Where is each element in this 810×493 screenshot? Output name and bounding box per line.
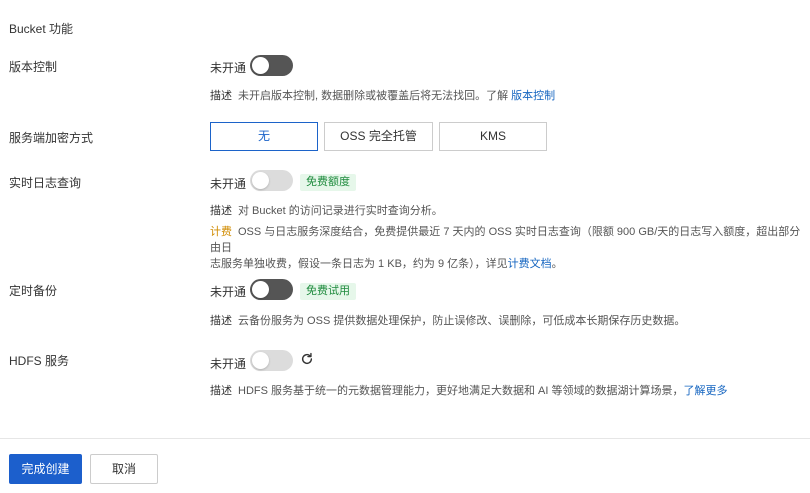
realtime-log-label: 实时日志查询: [9, 176, 82, 190]
backup-toggle[interactable]: [250, 279, 293, 300]
cancel-button[interactable]: 取消: [90, 454, 158, 484]
realtime-log-fee: 计费 OSS 与日志服务深度结合，免费提供最近 7 天内的 OSS 实时日志查询（…: [210, 224, 810, 272]
encryption-label: 服务端加密方式: [9, 131, 94, 145]
desc-key: 描述: [210, 385, 232, 397]
realtime-log-toggle[interactable]: [250, 170, 293, 191]
free-quota-badge: 免费额度: [300, 174, 356, 191]
desc-text: 对 Bucket 的访问记录进行实时查询分析。: [238, 205, 443, 217]
desc-key: 描述: [210, 315, 232, 327]
hdfs-description: 描述 HDFS 服务基于统一的元数据管理能力，更好地满足大数据和 AI 等领域的数…: [210, 383, 728, 399]
fee-text-cont: 志服务单独收费，假设一条日志为 1 KB，约为 9 亿条），详见: [210, 258, 508, 270]
desc-key: 描述: [210, 205, 232, 217]
versioning-toggle[interactable]: [250, 55, 293, 76]
toggle-knob: [252, 281, 269, 298]
toggle-knob: [252, 352, 269, 369]
toggle-knob: [252, 172, 269, 189]
versioning-label: 版本控制: [9, 60, 58, 74]
encryption-option-kms[interactable]: KMS: [439, 122, 547, 151]
section-title: Bucket 功能: [9, 22, 74, 36]
desc-key: 描述: [210, 90, 232, 102]
confirm-create-button[interactable]: 完成创建: [9, 454, 82, 484]
desc-text: 未开启版本控制, 数据删除或被覆盖后将无法找回。了解: [238, 90, 512, 102]
realtime-log-description: 描述对 Bucket 的访问记录进行实时查询分析。: [210, 203, 443, 219]
refresh-icon[interactable]: [300, 352, 314, 366]
backup-status: 未开通: [210, 285, 247, 299]
hdfs-status: 未开通: [210, 357, 247, 371]
backup-label: 定时备份: [9, 284, 58, 298]
desc-text: 云备份服务为 OSS 提供数据处理保护，防止误修改、误删除，可低成本长期保存历史…: [238, 315, 686, 327]
versioning-doc-link[interactable]: 版本控制: [511, 90, 555, 102]
hdfs-learn-more-link[interactable]: 了解更多: [684, 385, 728, 397]
footer-divider: [0, 438, 810, 439]
free-trial-badge: 免费试用: [300, 283, 356, 300]
desc-text: HDFS 服务基于统一的元数据管理能力，更好地满足大数据和 AI 等领域的数据湖…: [238, 385, 684, 397]
fee-end: 。: [551, 258, 563, 270]
encryption-option-none[interactable]: 无: [210, 122, 318, 151]
fee-doc-link[interactable]: 计费文档: [508, 258, 552, 270]
fee-key: 计费: [210, 226, 232, 238]
toggle-knob: [252, 57, 269, 74]
hdfs-label: HDFS 服务: [9, 354, 70, 368]
fee-text: OSS 与日志服务深度结合，免费提供最近 7 天内的 OSS 实时日志查询（限额…: [210, 226, 801, 254]
versioning-description: 描述 未开启版本控制, 数据删除或被覆盖后将无法找回。了解 版本控制: [210, 88, 555, 104]
hdfs-toggle[interactable]: [250, 350, 293, 371]
encryption-option-oss-managed[interactable]: OSS 完全托管: [324, 122, 433, 151]
realtime-log-status: 未开通: [210, 177, 247, 191]
versioning-status: 未开通: [210, 61, 247, 75]
backup-description: 描述 云备份服务为 OSS 提供数据处理保护，防止误修改、误删除，可低成本长期保存…: [210, 313, 685, 329]
